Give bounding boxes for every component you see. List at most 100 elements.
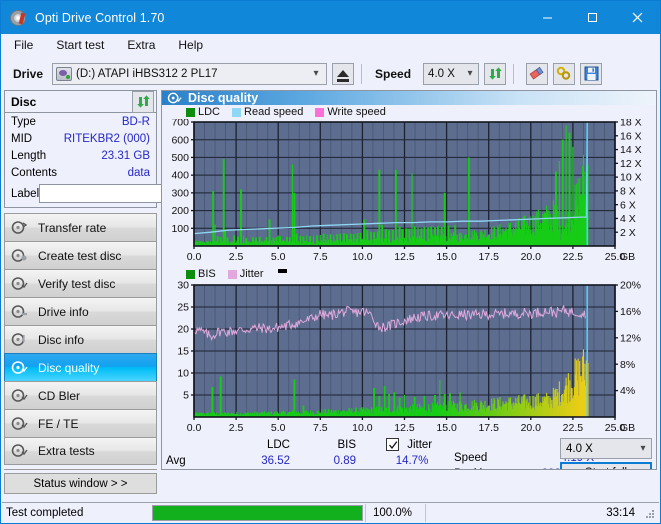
legend-write-speed: Write speed: [315, 106, 386, 118]
svg-text:18 X: 18 X: [620, 119, 642, 129]
svg-text:20: 20: [177, 324, 189, 336]
bis-jitter-chart[interactable]: 5 10 15 20 25 30 4% 8% 12% 16% 20% 0.0 2.5 5.0 7.5 10.0…: [162, 281, 656, 436]
sidebar-label: Extra tests: [38, 444, 95, 458]
disc-key-contents: Contents: [11, 166, 58, 179]
legend-bis: BIS: [186, 268, 216, 280]
legend-label: Write speed: [327, 106, 386, 118]
status-window-button[interactable]: Status window > >: [4, 473, 157, 494]
svg-text:14 X: 14 X: [620, 144, 642, 156]
menu-bar: File Start test Extra Help: [1, 34, 660, 57]
menu-file[interactable]: File: [10, 36, 43, 55]
eject-button[interactable]: [332, 62, 355, 85]
disc-quality-panel: Disc quality LDC Read speed Write speed …: [161, 90, 657, 470]
legend-ldc: LDC: [186, 106, 220, 118]
menu-help[interactable]: Help: [174, 36, 213, 55]
status-window-wrap: Status window > >: [4, 469, 157, 494]
refresh-button[interactable]: [484, 62, 507, 85]
sidebar-item-verify-test-disc[interactable]: Verify test disc: [4, 269, 157, 297]
menu-extra[interactable]: Extra: [123, 36, 165, 55]
fe-te-icon: [11, 416, 30, 432]
drive-icon: [56, 66, 73, 81]
legend-label: Read speed: [244, 106, 304, 118]
sidebar-item-transfer-rate[interactable]: Transfer rate: [4, 213, 157, 241]
status-message: Test completed: [6, 506, 84, 519]
svg-text:17.5: 17.5: [478, 251, 499, 263]
svg-text:8%: 8%: [620, 359, 635, 371]
svg-text:12.5: 12.5: [394, 251, 415, 263]
drive-info-icon: [11, 304, 30, 320]
start-full-button[interactable]: Start full: [560, 462, 652, 469]
window-controls: [525, 1, 660, 34]
minimize-icon[interactable]: [525, 1, 570, 34]
sidebar-item-extra-tests[interactable]: Extra tests: [4, 437, 157, 465]
legend-label: BIS: [198, 268, 216, 280]
navigation-list: Transfer rate Create test disc Verify te…: [4, 213, 157, 465]
jitter-checkbox[interactable]: [386, 438, 399, 451]
speed-label: Speed: [375, 66, 412, 81]
svg-text:15.0: 15.0: [436, 251, 457, 263]
disc-refresh-button[interactable]: [132, 90, 154, 113]
erase-button[interactable]: [526, 62, 549, 85]
ldc-chart-legend: LDC Read speed Write speed: [162, 105, 656, 119]
sidebar-item-fe-te[interactable]: FE / TE: [4, 409, 157, 437]
resize-grip-icon[interactable]: [644, 508, 656, 520]
main-content: Disc Type BD-R MID RITEKBR2 (000) Length…: [1, 90, 660, 494]
disc-row-mid: MID RITEKBR2 (000): [5, 130, 156, 147]
save-button[interactable]: [580, 62, 603, 85]
svg-text:8 X: 8 X: [620, 185, 636, 197]
application-window: Opti Drive Control 1.70 File Start test …: [0, 0, 661, 524]
sidebar-label: Verify test disc: [38, 276, 116, 291]
drive-select[interactable]: (D:) ATAPI iHBS312 2 PL17 ▾: [52, 62, 328, 85]
test-speed-value: 4.0 X: [566, 442, 593, 455]
svg-text:5.0: 5.0: [271, 251, 286, 263]
test-speed-select[interactable]: 4.0 X ▾: [560, 438, 652, 459]
svg-text:30: 30: [177, 281, 189, 292]
key-button[interactable]: [553, 62, 576, 85]
ldc-chart[interactable]: 100 200 300 400 500 600 700 2 X 4 X 6 X 8 X 10 X 12 …: [162, 119, 656, 265]
stats-max-jitter: 18.1%: [386, 469, 456, 470]
svg-text:17.5: 17.5: [478, 422, 499, 434]
sidebar-label: FE / TE: [38, 416, 79, 431]
chevron-down-icon: ▾: [640, 443, 646, 454]
svg-text:10.0: 10.0: [352, 251, 373, 263]
svg-text:25: 25: [177, 302, 189, 314]
svg-text:100: 100: [171, 223, 189, 235]
svg-text:12 X: 12 X: [620, 158, 642, 170]
sidebar-item-create-test-disc[interactable]: Create test disc: [4, 241, 157, 269]
charts-container: LDC Read speed Write speed 100 200 300 400 5…: [162, 105, 656, 436]
svg-text:700: 700: [171, 119, 189, 129]
window-title: Opti Drive Control 1.70: [35, 10, 165, 25]
disc-row-contents: Contents data: [5, 164, 156, 181]
legend-swatch-icon: [186, 107, 195, 117]
legend-label: LDC: [198, 106, 221, 118]
legend-read-speed: Read speed: [232, 106, 303, 118]
eraser-icon: [529, 66, 544, 80]
svg-text:5.0: 5.0: [271, 422, 286, 434]
stats-row-avg: Avg 36.52 0.89 14.7%: [166, 453, 456, 469]
speed-select[interactable]: 4.0 X ▾: [423, 62, 480, 85]
svg-text:200: 200: [171, 205, 189, 217]
drive-label: Drive: [13, 66, 44, 81]
maximize-icon[interactable]: [570, 1, 615, 34]
disc-info-header: Disc: [5, 90, 156, 113]
svg-text:15: 15: [177, 346, 189, 358]
scale-marker-icon: [277, 269, 287, 273]
position-label: Position: [454, 466, 516, 470]
legend-label: Jitter: [239, 268, 264, 280]
close-icon[interactable]: [615, 1, 660, 34]
sidebar-item-cd-bler[interactable]: CD Bler: [4, 381, 157, 409]
svg-text:5: 5: [183, 390, 189, 402]
svg-text:10: 10: [177, 368, 189, 380]
disc-label-key: Label: [11, 187, 40, 200]
sidebar-item-disc-quality[interactable]: Disc quality: [4, 353, 157, 381]
disc-value-length: 23.31 GB: [101, 149, 150, 162]
disc-quality-icon: [167, 91, 182, 105]
stats-max-ldc: 652: [214, 469, 290, 470]
toolbar: Drive (D:) ATAPI iHBS312 2 PL17 ▾ Speed …: [1, 57, 660, 90]
menu-start-test[interactable]: Start test: [52, 36, 114, 55]
sidebar-item-drive-info[interactable]: Drive info: [4, 297, 157, 325]
sidebar-item-disc-info[interactable]: Disc info: [4, 325, 157, 353]
legend-jitter: Jitter: [227, 268, 264, 280]
svg-text:7.5: 7.5: [313, 251, 328, 263]
jitter-label: Jitter: [407, 438, 433, 451]
